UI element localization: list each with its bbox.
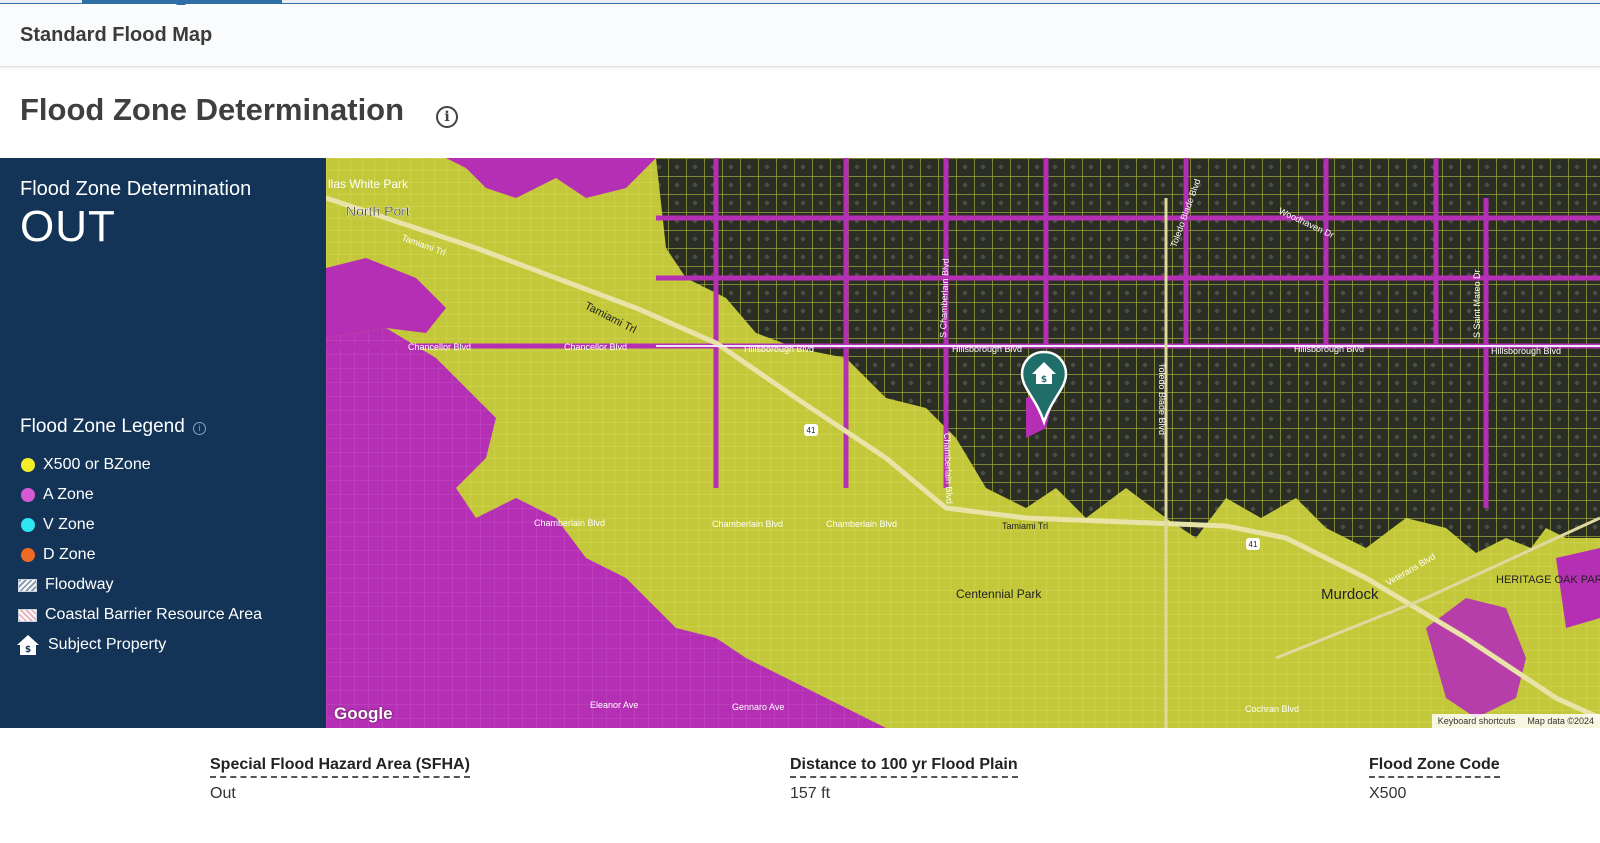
crosshatch-swatch-icon (18, 608, 37, 622)
label-gennaro: Gennaro Ave (732, 702, 784, 712)
label-centennial: Centennial Park (956, 587, 1042, 601)
metric-label[interactable]: Special Flood Hazard Area (SFHA) (210, 756, 470, 778)
label-saint-mateo: S Saint Mateo Dr (1472, 269, 1482, 338)
label-hillsborough-4: Hillsborough Blvd (1491, 346, 1561, 356)
hatch-swatch-icon (18, 578, 37, 592)
flood-zone-legend: X500 or BZone A Zone V Zone D Zone Flood… (16, 450, 262, 660)
legend-item-floodway: Floodway (16, 570, 262, 600)
highway-label: 41 (1249, 540, 1258, 549)
legend-item-cbra: Coastal Barrier Resource Area (16, 600, 262, 630)
flood-map-canvas[interactable]: llas White Park North Port Tamiami Trl T… (326, 158, 1600, 728)
legend-label: X500 or BZone (43, 456, 151, 473)
label-eleanor: Eleanor Ave (590, 700, 638, 710)
metric-label[interactable]: Flood Zone Code (1369, 756, 1500, 778)
legend-item-x500: X500 or BZone (16, 450, 262, 480)
metric-sfha: Special Flood Hazard Area (SFHA) Out (210, 756, 470, 803)
determination-value: OUT (20, 202, 116, 251)
highway-41-shield-east: 41 (1246, 538, 1260, 550)
label-chancellor-2: Chancellor Blvd (564, 342, 627, 352)
highway-label: 41 (807, 426, 816, 435)
metric-value: X500 (1369, 785, 1407, 802)
house-icon: $ (17, 635, 39, 655)
label-cochran: Cochran Blvd (1245, 704, 1299, 714)
label-north-port: North Port (346, 203, 410, 219)
determination-label: Flood Zone Determination (20, 178, 252, 200)
metric-value: 157 ft (790, 785, 831, 802)
label-chancellor-1: Chancellor Blvd (408, 342, 471, 352)
label-chamberlain-2: Chamberlain Blvd (712, 519, 783, 529)
label-park: llas White Park (328, 177, 409, 191)
cyan-dot-icon (21, 518, 35, 532)
label-hillsborough-3: Hillsborough Blvd (1294, 344, 1364, 354)
metrics-bar: Special Flood Hazard Area (SFHA) Out Dis… (0, 728, 1600, 843)
label-chamberlain-3: Chamberlain Blvd (826, 519, 897, 529)
legend-info-icon[interactable]: i (193, 422, 206, 435)
label-murdock: Murdock (1321, 586, 1379, 603)
google-logo: Google (334, 704, 393, 723)
legend-item-d-zone: D Zone (16, 540, 262, 570)
metric-label[interactable]: Distance to 100 yr Flood Plain (790, 756, 1018, 778)
info-icon[interactable]: i (436, 106, 458, 128)
svg-text:$: $ (25, 645, 31, 655)
page-title: Flood Zone Determination (20, 92, 405, 127)
map-data-label: Map data ©2024 (1527, 716, 1594, 726)
keyboard-shortcuts-link[interactable]: Keyboard shortcuts (1432, 714, 1522, 728)
metric-value: Out (210, 785, 236, 802)
legend-item-a-zone: A Zone (16, 480, 262, 510)
legend-item-subject-property: $ Subject Property (16, 630, 262, 660)
legend-label: Subject Property (48, 636, 167, 653)
label-tamiami-3: Tamiami Trl (1002, 521, 1048, 531)
legend-label: V Zone (43, 516, 95, 533)
map-attribution: Keyboard shortcuts Map data ©2024 (1431, 714, 1600, 728)
legend-label: D Zone (43, 546, 96, 563)
top-accent-bar (0, 0, 1600, 9)
determination-panel: Flood Zone Determination OUT Flood Zone … (0, 158, 326, 728)
highway-41-shield: 41 (804, 424, 818, 436)
legend-label: Coastal Barrier Resource Area (45, 606, 262, 623)
label-hillsborough-1: Hillsborough Blvd (744, 344, 814, 354)
svg-text:$: $ (1041, 375, 1047, 385)
legend-label: Floodway (45, 576, 114, 593)
orange-dot-icon (21, 548, 35, 562)
metric-distance: Distance to 100 yr Flood Plain 157 ft (790, 756, 1018, 803)
label-heritage: HERITAGE OAK PARK (1496, 574, 1600, 586)
label-chamberlain-1: Chamberlain Blvd (534, 518, 605, 528)
yellow-dot-icon (21, 458, 35, 472)
label-hillsborough-2: Hillsborough Blvd (952, 344, 1022, 354)
flood-map[interactable]: llas White Park North Port Tamiami Trl T… (326, 158, 1600, 728)
tab-standard-flood-map[interactable]: Standard Flood Map (20, 24, 212, 47)
metric-zone-code: Flood Zone Code X500 (1369, 756, 1500, 803)
tab-bar: Standard Flood Map (0, 5, 1600, 67)
magenta-dot-icon (21, 488, 35, 502)
legend-label: A Zone (43, 486, 94, 503)
legend-item-v-zone: V Zone (16, 510, 262, 540)
legend-title: Flood Zone Legend (20, 416, 185, 437)
label-toledo-2: Toledo Blade Blvd (1157, 363, 1167, 435)
